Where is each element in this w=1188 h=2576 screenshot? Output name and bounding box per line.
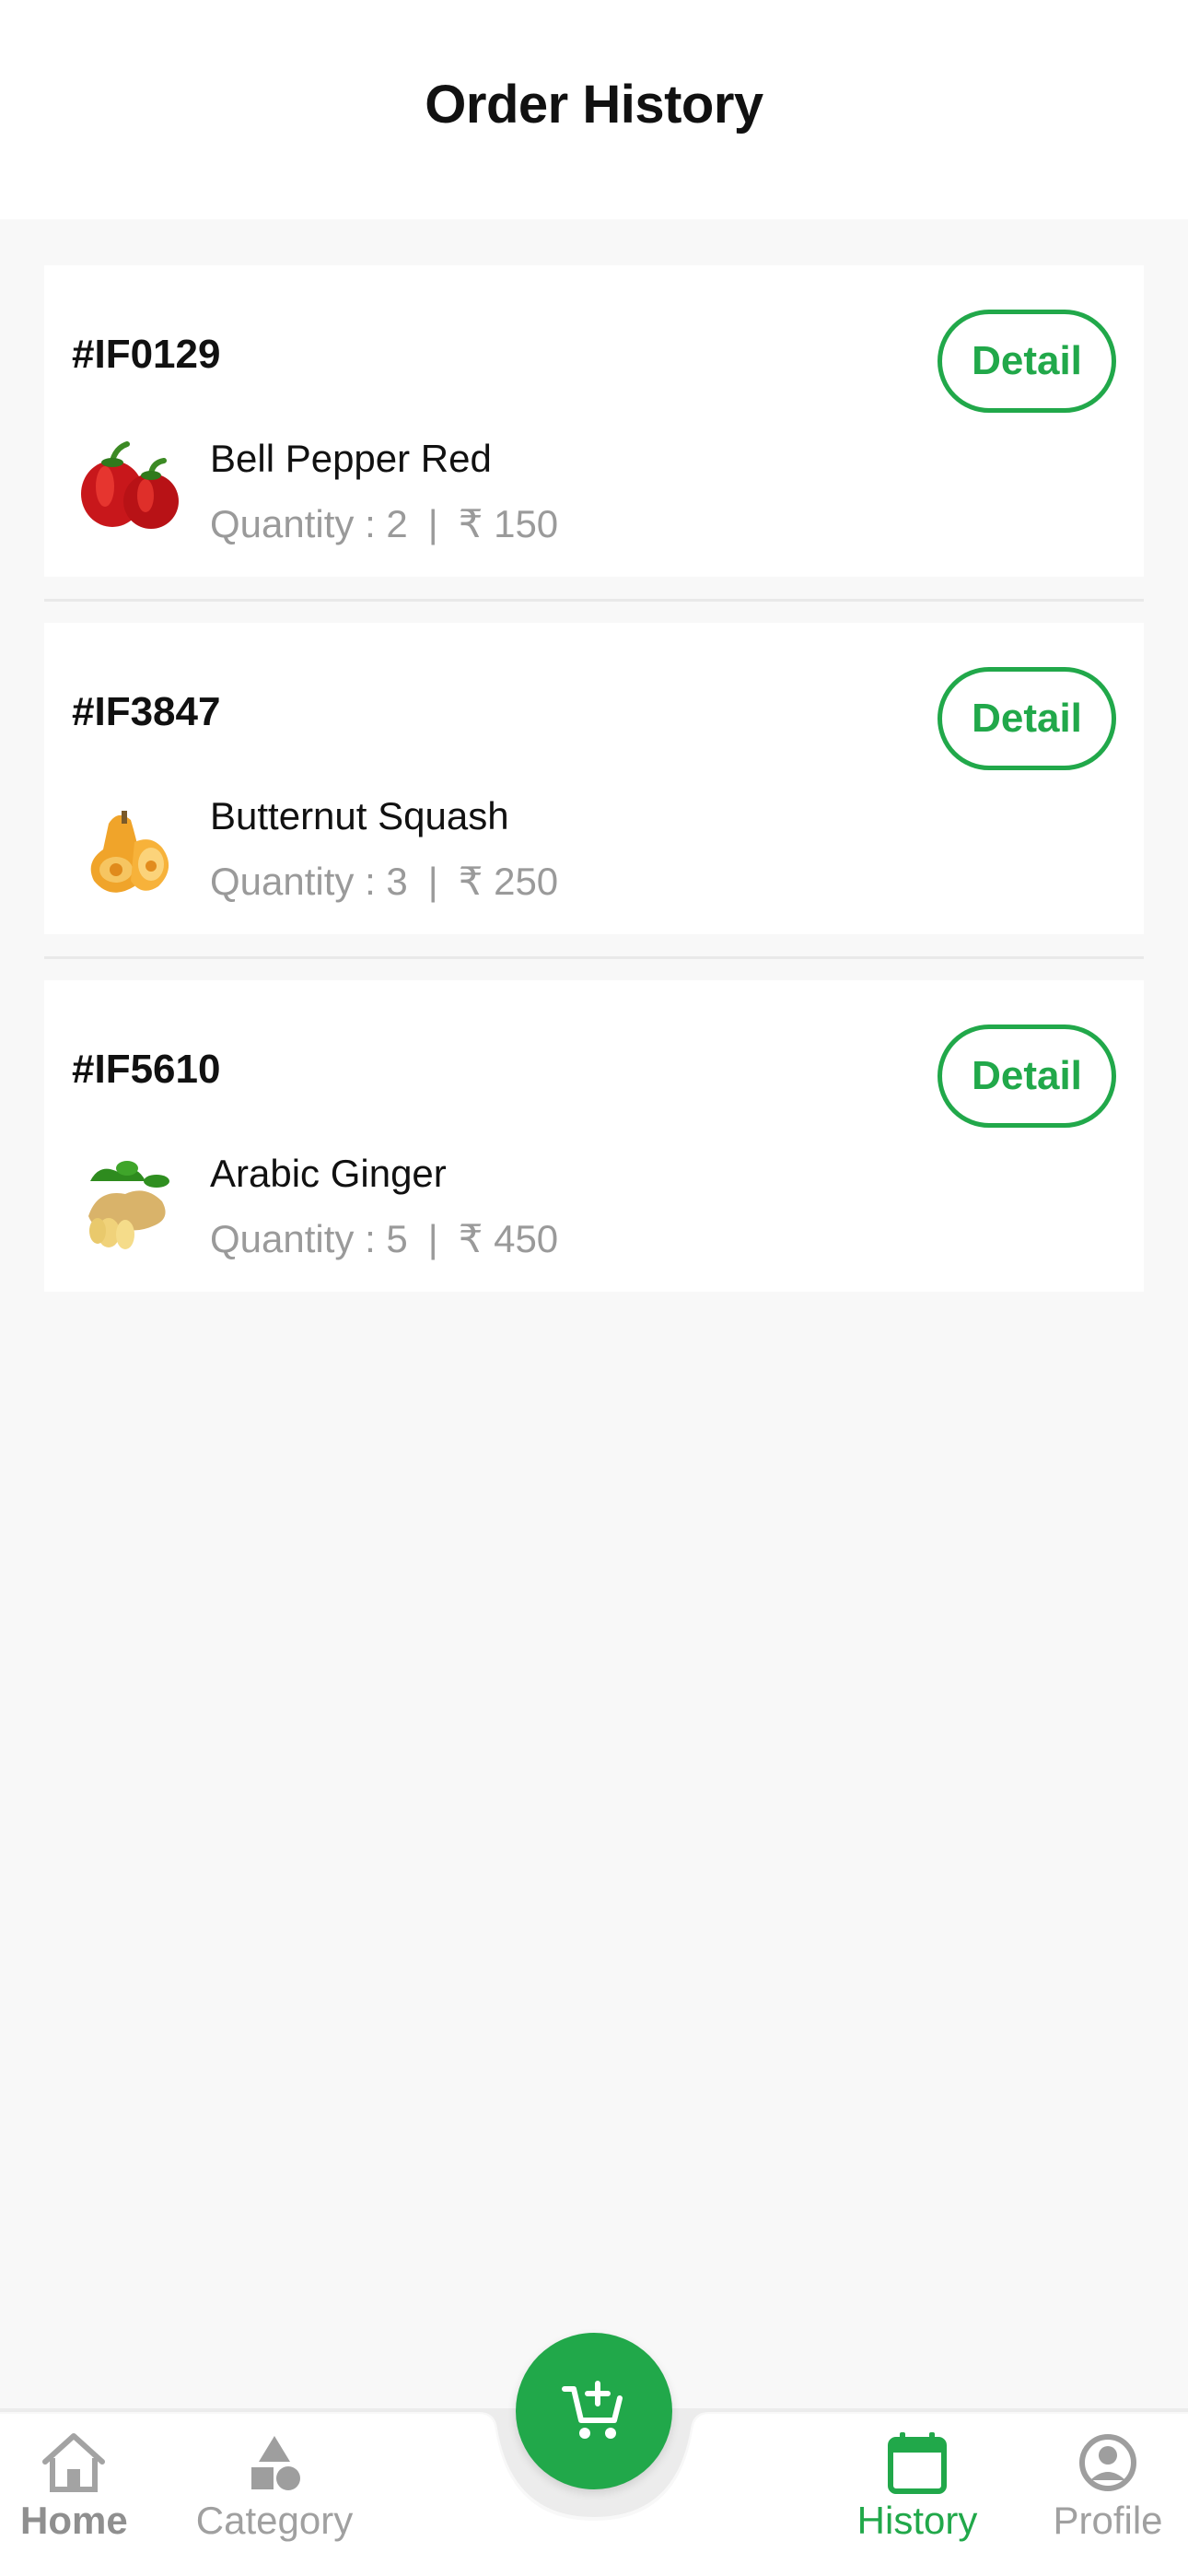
ginger-icon	[88, 1161, 169, 1249]
meta-separator: |	[427, 1217, 438, 1260]
order-id: #IF0129	[72, 332, 221, 377]
item-meta: Quantity : 5 | ₹ 450	[210, 1216, 558, 1261]
nav-item-history[interactable]: History	[847, 2430, 987, 2543]
order-id: #IF5610	[72, 1047, 221, 1092]
item-price: ₹ 250	[458, 860, 559, 903]
item-name: Butternut Squash	[210, 794, 509, 837]
item-meta: Quantity : 2 | ₹ 150	[210, 501, 558, 546]
item-price: ₹ 450	[458, 1217, 559, 1260]
home-icon	[42, 2433, 105, 2492]
meta-separator: |	[427, 860, 438, 903]
item-meta: Quantity : 3 | ₹ 250	[210, 859, 558, 904]
detail-button[interactable]: Detail	[938, 310, 1116, 413]
meta-separator: |	[427, 502, 438, 545]
order-id: #IF3847	[72, 689, 221, 734]
page-title: Order History	[425, 74, 763, 135]
nav-item-profile[interactable]: Profile	[1048, 2430, 1168, 2543]
add-to-cart-icon	[562, 2381, 623, 2439]
detail-button[interactable]: Detail	[938, 667, 1116, 770]
item-quantity: Quantity : 5	[210, 1217, 408, 1260]
calendar-icon	[888, 2432, 947, 2494]
item-quantity: Quantity : 3	[210, 860, 408, 903]
profile-icon	[1079, 2434, 1136, 2491]
detail-button[interactable]: Detail	[938, 1025, 1116, 1128]
item-price: ₹ 150	[458, 502, 559, 545]
nav-label-profile: Profile	[1053, 2499, 1163, 2542]
bell-pepper-icon	[81, 441, 179, 529]
nav-item-category[interactable]: Category	[192, 2430, 357, 2543]
add-to-cart-button[interactable]	[516, 2333, 672, 2489]
divider	[44, 956, 1144, 959]
category-icon	[251, 2436, 300, 2490]
nav-label-home: Home	[20, 2499, 128, 2542]
app-header: Order History	[0, 0, 1188, 219]
item-name: Bell Pepper Red	[210, 437, 492, 480]
nav-label-history: History	[856, 2499, 978, 2542]
nav-item-home[interactable]: Home	[20, 2430, 128, 2543]
butternut-squash-icon	[90, 811, 169, 893]
order-card: #IF5610 Detail Arabic Ginger Quantity : …	[44, 980, 1144, 1292]
divider	[44, 599, 1144, 602]
order-card: #IF0129 Detail Bell Pepper Red Quantity …	[44, 265, 1144, 577]
item-quantity: Quantity : 2	[210, 502, 408, 545]
nav-label-category: Category	[195, 2499, 354, 2542]
item-name: Arabic Ginger	[210, 1152, 447, 1195]
order-card: #IF3847 Detail Butternut Squash Quantity…	[44, 623, 1144, 934]
